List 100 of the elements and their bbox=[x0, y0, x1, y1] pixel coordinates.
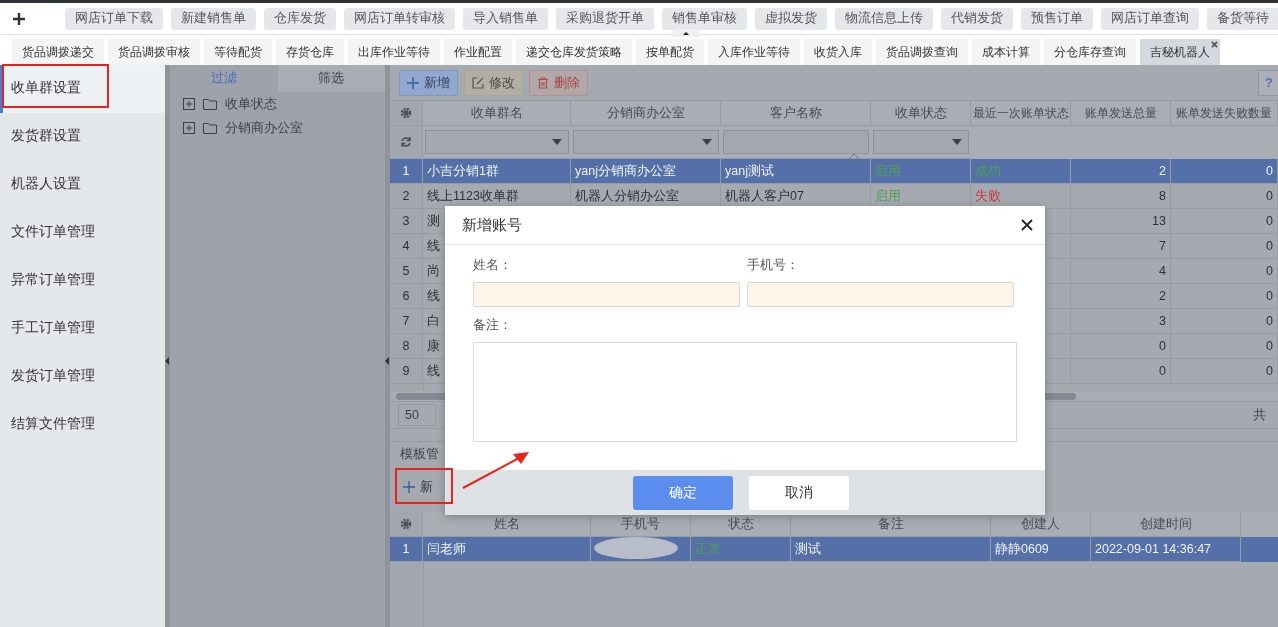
tree-item[interactable]: 分销商办公室 bbox=[225, 119, 303, 137]
folder-icon bbox=[203, 98, 217, 110]
toolbar-button[interactable]: 网店订单查询 bbox=[1101, 7, 1199, 30]
add-icon[interactable] bbox=[13, 12, 25, 25]
tab[interactable]: 货品调拨审核 bbox=[108, 39, 200, 65]
table-cell: 0 bbox=[1266, 164, 1273, 178]
row-number: 4 bbox=[390, 234, 423, 259]
tab[interactable]: 收货入库 bbox=[804, 39, 872, 65]
tab[interactable]: 筛选 bbox=[277, 65, 385, 92]
expand-icon[interactable] bbox=[183, 98, 195, 110]
sidebar-item[interactable]: 手工订单管理 bbox=[0, 305, 165, 353]
sidebar-item[interactable]: 发货订单管理 bbox=[0, 353, 165, 401]
table-cell: 2 bbox=[1159, 164, 1166, 178]
trash-icon bbox=[537, 77, 549, 89]
row-number: 8 bbox=[390, 334, 423, 359]
table-cell: 0 bbox=[1266, 289, 1273, 303]
row-number: 3 bbox=[390, 209, 423, 234]
table-row[interactable]: 1 小吉分销1群 yanj分销商办公室 yanj测试 启用 成功 2 0 bbox=[390, 159, 1278, 184]
status-text: 正常 bbox=[695, 540, 721, 558]
sidebar-item[interactable]: 机器人设置 bbox=[0, 161, 165, 209]
tab[interactable]: 按单配货 bbox=[636, 39, 704, 65]
filter-field[interactable] bbox=[723, 130, 869, 154]
section-tab[interactable]: 模板管 bbox=[390, 442, 446, 467]
table-row[interactable]: 1 闫老师 正常 测试 静静0609 2022-09-01 14:36:47 bbox=[390, 537, 1278, 562]
table-cell: 0 bbox=[1266, 364, 1273, 378]
caret-down-icon bbox=[702, 139, 712, 145]
row-number: 5 bbox=[390, 259, 423, 284]
tab[interactable]: 入库作业等待 bbox=[708, 39, 800, 65]
table-cell: 0 bbox=[1266, 214, 1273, 228]
tab[interactable]: 递交仓库发货策略 bbox=[516, 39, 632, 65]
plus-icon bbox=[403, 481, 415, 493]
sidebar-item[interactable]: 文件订单管理 bbox=[0, 209, 165, 257]
table-cell: 康 bbox=[427, 337, 440, 355]
tab[interactable]: 存货仓库 bbox=[276, 39, 344, 65]
toolbar-button[interactable]: 网店订单下载 bbox=[65, 7, 163, 30]
table-cell: 2 bbox=[1159, 289, 1166, 303]
row-number: 1 bbox=[390, 159, 423, 184]
table-cell: 0 bbox=[1159, 364, 1166, 378]
table-cell: 3 bbox=[1159, 314, 1166, 328]
input-field[interactable] bbox=[473, 282, 740, 307]
toolbar-button[interactable]: 新建销售单 bbox=[171, 7, 256, 30]
status-text: 成功 bbox=[975, 162, 1001, 180]
sidebar-item[interactable]: 结算文件管理 bbox=[0, 401, 165, 449]
toolbar-button[interactable]: 新增 bbox=[399, 70, 458, 96]
close-icon[interactable] bbox=[1021, 219, 1033, 231]
refresh-icon[interactable] bbox=[400, 136, 412, 148]
toolbar-button[interactable]: 导入销售单 bbox=[463, 7, 548, 30]
settings-icon[interactable] bbox=[400, 107, 412, 119]
table-cell: 7 bbox=[1159, 239, 1166, 253]
table-cell: yanj测试 bbox=[725, 162, 774, 180]
tab[interactable]: 出库作业等待 bbox=[348, 39, 440, 65]
toolbar-button[interactable]: 修改 bbox=[464, 70, 523, 96]
toolbar-button[interactable]: 虚拟发货 bbox=[755, 7, 827, 30]
toolbar-button[interactable]: 代销发货 bbox=[941, 7, 1013, 30]
tab[interactable]: 吉秘机器人 bbox=[1140, 39, 1220, 65]
caret-down-icon bbox=[952, 139, 962, 145]
row-number: 1 bbox=[390, 537, 423, 562]
tab[interactable]: 分仓库存查询 bbox=[1044, 39, 1136, 65]
sidebar-item[interactable]: 异常订单管理 bbox=[0, 257, 165, 305]
toolbar-button[interactable]: 仓库发货 bbox=[264, 7, 336, 30]
add-button[interactable]: 新 bbox=[399, 476, 437, 498]
table-cell: 0 bbox=[1266, 314, 1273, 328]
tab[interactable]: 成本计算 bbox=[972, 39, 1040, 65]
tab[interactable]: 货品调拨查询 bbox=[876, 39, 968, 65]
toolbar-button[interactable]: 销售单审核 bbox=[662, 7, 747, 30]
table-cell: 线上1123收单群 bbox=[427, 187, 519, 205]
row-number: 6 bbox=[390, 284, 423, 309]
table-cell: 尚 bbox=[427, 262, 440, 280]
table-cell: 测 bbox=[427, 212, 440, 230]
plus-icon bbox=[407, 77, 419, 89]
highlight-box bbox=[395, 468, 453, 504]
tab[interactable]: 货品调拨递交 bbox=[12, 39, 104, 65]
sidebar-item[interactable]: 收单群设置 bbox=[0, 65, 165, 113]
note-field[interactable] bbox=[473, 342, 1017, 442]
dialog-title: 新增账号 bbox=[462, 215, 523, 235]
tab[interactable]: 作业配置 bbox=[444, 39, 512, 65]
edit-icon bbox=[472, 77, 484, 89]
dialog-button[interactable]: 取消 bbox=[749, 475, 849, 510]
sidebar-item[interactable]: 发货群设置 bbox=[0, 113, 165, 161]
caret-up-icon[interactable] bbox=[671, 29, 701, 37]
expand-icon[interactable] bbox=[183, 122, 195, 134]
table-cell: 4 bbox=[1159, 264, 1166, 278]
table-cell: 线 bbox=[427, 362, 440, 380]
toolbar-button[interactable]: 采购退货开单 bbox=[556, 7, 654, 30]
settings-icon[interactable] bbox=[400, 518, 412, 530]
field-label: 手机号： bbox=[747, 257, 799, 274]
toolbar-button[interactable]: 网店订单转审核 bbox=[344, 7, 455, 30]
page-size-field[interactable]: 50 bbox=[398, 404, 436, 426]
tab[interactable]: 等待配货 bbox=[204, 39, 272, 65]
table-cell: 0 bbox=[1266, 264, 1273, 278]
status-text: 启用 bbox=[875, 162, 901, 180]
toolbar-button[interactable]: 预售订单 bbox=[1021, 7, 1093, 30]
table-cell: 小吉分销1群 bbox=[427, 162, 499, 180]
folder-icon bbox=[203, 122, 217, 134]
table-cell: 机器人分销办公室 bbox=[575, 187, 679, 205]
input-field[interactable] bbox=[747, 282, 1014, 307]
toolbar-button[interactable]: 备货等待 bbox=[1207, 7, 1278, 30]
toolbar-button[interactable]: 物流信息上传 bbox=[835, 7, 933, 30]
tree-item[interactable]: 收单状态 bbox=[225, 95, 277, 113]
table-cell: 0 bbox=[1266, 339, 1273, 353]
